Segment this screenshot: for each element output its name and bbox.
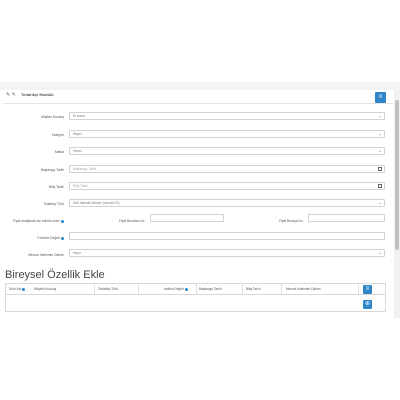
info-icon [61,219,64,223]
category-label: Kategori [51,133,64,137]
column-divider [196,284,197,295]
existing-discounts-label: Mevcut İndirimler Dahen [28,253,64,257]
add-row-button[interactable]: ⊕ [363,300,372,309]
price-max-label: Fiyat Buraya Ltr.: [279,219,304,223]
chevron-down-icon: ⌄ [378,148,382,153]
chevron-down-icon: ⌄ [378,113,382,118]
page-bottom [0,318,400,400]
existing-discounts-value: Hayır [73,251,81,255]
info-icon [184,287,188,291]
column-divider [242,284,243,295]
chevron-down-icon: ⌄ [378,131,382,136]
supplier-type-select[interactable]: Seri halinde ürünler (mevcut ID) ⌄ [69,199,385,207]
info-icon [22,287,26,291]
start-date-label: Başlangıç Tarihi [40,168,64,172]
chevron-down-icon: ⌄ [378,200,382,205]
column-divider [358,284,359,295]
currency-value: El kururi [73,114,86,118]
start-date-input[interactable]: Başlangıç Tarihi [69,165,385,173]
brand-value: Hepsi [73,149,82,153]
price-min-input[interactable] [150,214,224,222]
currency-select[interactable]: El kururi ⌄ [69,112,385,120]
end-date-label: Bitiş Tarihi [49,185,64,189]
menu-button[interactable]: ≡ [375,92,386,103]
panel-header: ✎ ✎ Tedarikçi Modülü ≡ [3,88,393,104]
supplier-type-label: Tedarikçi Türü [43,202,64,206]
supplier-type-value: Seri halinde ürünler (mevcut ID) [73,201,120,205]
price-range-label: Fiyat aralığında ise indirim oranı [6,219,64,223]
column-start-date: Başlangıç Tarihi [199,287,222,291]
column-product: Ürün Adı [9,287,26,291]
discount-value-input[interactable] [69,232,385,240]
category-select[interactable]: Hepsi ⌄ [69,130,385,138]
column-divider [281,284,282,295]
table-menu-button[interactable]: ≡ [363,285,372,294]
column-end-date: Bitiş Tarihi [246,287,261,291]
attributes-table: Ürün Adı Müşteri Kuruluş Tedarikçi Türü … [5,283,386,312]
brand-select[interactable]: Hepsi ⌄ [69,147,385,155]
end-date-input[interactable]: Bitiş Tarihi [69,182,385,190]
category-value: Hepsi [73,132,82,136]
price-min-label: Fiyat Buradan Ltr.: [119,219,146,223]
currency-label: Müşteri Kuruluş [41,115,64,119]
info-icon [61,236,64,240]
column-divider [94,284,95,295]
table-header: Ürün Adı Müşteri Kuruluş Tedarikçi Türü … [6,284,385,295]
chevron-down-icon: ⌄ [378,250,382,255]
price-max-input[interactable] [308,214,385,222]
calendar-icon[interactable] [378,184,382,188]
edit-icon: ✎ ✎ [6,92,16,98]
panel-title: Tedarikçi Modülü [21,92,54,97]
section-title: Bireysel Özellik Ekle [5,269,105,281]
end-date-placeholder: Bitiş Tarihi [73,184,88,188]
column-existing-discounts: Mevcut İndirimler Dahen [286,287,321,291]
calendar-icon[interactable] [378,167,382,171]
discount-value-label: T.Indirim Değeri [20,236,64,240]
brand-label: Marka [54,150,64,154]
column-currency: Müşteri Kuruluş [34,287,57,291]
start-date-placeholder: Başlangıç Tarihi [73,167,97,171]
existing-discounts-select[interactable]: Hayır ⌄ [69,249,385,257]
column-divider [138,284,139,295]
column-discount-value: İndirim Değeri [164,287,188,291]
column-supplier-type: Tedarikçi Türü [98,287,118,291]
scrollbar-thumb[interactable] [395,100,399,250]
